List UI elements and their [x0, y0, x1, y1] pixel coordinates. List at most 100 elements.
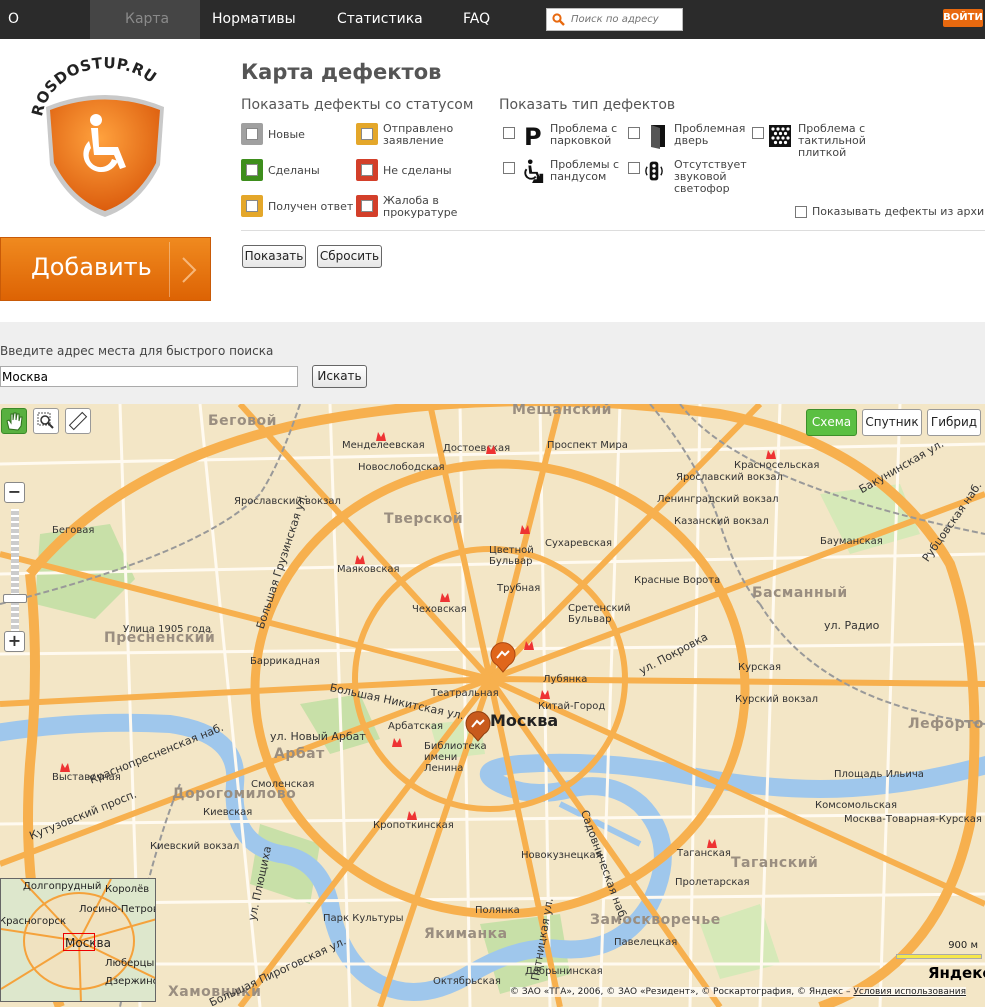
type-checkbox-tactile[interactable] [752, 127, 764, 139]
metro-icon [540, 690, 550, 699]
rosdostup-logo[interactable]: ROSDOSTUP.RU [30, 55, 180, 225]
status-checkbox[interactable] [241, 159, 263, 181]
status-label: Не сделаны [383, 164, 452, 177]
zoom-slider-track[interactable] [11, 509, 19, 634]
layer-scheme-button[interactable]: Схема [806, 409, 857, 436]
district-label: Мещанский [512, 404, 612, 418]
metro-station-label: Красные Ворота [634, 575, 721, 586]
status-checkbox[interactable] [241, 123, 263, 145]
metro-station-label: Новокузнецкая [521, 850, 602, 861]
metro-station-label: Маяковская [337, 564, 400, 575]
type-checkbox-traffic-light[interactable] [628, 162, 640, 174]
login-button[interactable]: ВОЙТИ [943, 9, 983, 27]
type-group-title: Показать тип дефектов [499, 97, 676, 113]
rail-station-label: Ярославский вокзал [234, 496, 341, 507]
defect-marker-ramp[interactable] [464, 710, 492, 742]
status-label: Новые [268, 128, 305, 141]
zoom-slider-handle[interactable] [3, 594, 27, 603]
status-checkbox[interactable] [356, 159, 378, 181]
show-button[interactable]: Показать [242, 245, 306, 268]
metro-icon [376, 432, 386, 441]
tactile-tile-icon [769, 125, 791, 147]
street-label: ул. Новый Арбат [270, 730, 366, 743]
layer-hybrid-button[interactable]: Гибрид [927, 409, 981, 436]
metro-station-label: Новослободская [358, 462, 445, 473]
rail-station-label: Ленинградский вокзал [657, 494, 779, 505]
search-icon [552, 13, 565, 26]
rail-station-label: Курский вокзал [735, 694, 818, 705]
metro-station-label: Улица 1905 года [123, 624, 212, 635]
add-defect-label: Добавить [31, 253, 152, 281]
yandex-logo[interactable]: Яндекс [928, 964, 985, 982]
type-checkbox-ramp[interactable] [503, 162, 515, 174]
metro-station-label: Библиотека имени Ленина [424, 741, 487, 774]
door-icon [651, 125, 665, 149]
nav-statistics[interactable]: Статистика [329, 0, 431, 39]
type-label-parking: Проблема с парковкой [550, 122, 618, 147]
map-scale: 900 м [896, 940, 982, 961]
nav-standards[interactable]: Нормативы [204, 0, 304, 39]
archive-checkbox[interactable] [795, 206, 807, 218]
metro-station-label: Сухаревская [545, 538, 613, 549]
metro-station-label: Таганская [677, 848, 731, 859]
status-checkbox[interactable] [356, 123, 378, 145]
minimap-label: Люберцы [105, 958, 155, 969]
defect-marker-ramp[interactable] [489, 641, 517, 673]
minimap-viewport-frame[interactable] [63, 933, 95, 951]
status-label: Получен ответ [268, 200, 354, 213]
quick-search-input[interactable] [0, 366, 298, 387]
copyright-text: © ЗАО «ТГА», 2006, © ЗАО «Резидент», © Р… [510, 987, 851, 997]
overview-minimap[interactable]: Долгопрудный Королёв Лосино-Петровский К… [0, 878, 156, 1002]
zoom-out-button[interactable]: − [4, 482, 25, 503]
type-checkbox-door[interactable] [628, 127, 640, 139]
nav-map[interactable]: Карта [90, 0, 200, 39]
add-defect-button[interactable]: Добавить [0, 237, 211, 301]
quick-search-panel: Введите адрес места для быстрого поиска … [0, 322, 985, 404]
metro-station-label: Красносельская [734, 460, 820, 471]
metro-icon [407, 811, 417, 820]
status-checkbox[interactable] [356, 195, 378, 217]
zoom-in-button[interactable]: + [4, 631, 25, 652]
status-label: Отправлено заявление [383, 122, 454, 147]
metro-station-label: Павелецкая [614, 937, 678, 948]
zoom-area-tool-button[interactable] [33, 408, 59, 434]
reset-button[interactable]: Сбросить [317, 245, 382, 268]
metro-station-label: Менделеевская [342, 440, 425, 451]
metro-station-label: Арбатская [388, 721, 443, 732]
map[interactable]: Беговой Тверской Пресненский Басманный А… [0, 404, 985, 1007]
metro-station-label: Кропоткинская [373, 820, 454, 831]
layer-satellite-button[interactable]: Спутник [862, 409, 922, 436]
filter-divider [241, 230, 985, 231]
metro-icon [392, 738, 402, 747]
status-checkbox[interactable] [241, 195, 263, 217]
metro-icon [766, 450, 776, 459]
status-label: Сделаны [268, 164, 320, 177]
type-label-door: Проблемная дверь [674, 122, 746, 147]
nav-faq[interactable]: FAQ [455, 0, 498, 39]
metro-station-label: Сретенский Бульвар [568, 603, 631, 625]
metro-icon [440, 593, 450, 602]
status-label: Жалоба в прокуратуре [383, 194, 458, 219]
district-label: Якиманка [424, 926, 508, 942]
metro-station-label: Достоевская [443, 443, 511, 454]
map-copyright: © ЗАО «ТГА», 2006, © ЗАО «Резидент», © Р… [510, 987, 966, 997]
address-search[interactable] [546, 8, 683, 31]
type-label-traffic-light: Отсутствует звуковой светофор [674, 158, 747, 195]
rail-station-label: Киевский вокзал [150, 841, 240, 852]
metro-icon [707, 839, 717, 848]
metro-station-label: Цветной Бульвар [489, 545, 534, 567]
address-search-input[interactable] [571, 12, 679, 27]
nav-about[interactable]: О проекте [0, 0, 90, 66]
pan-tool-button[interactable] [1, 408, 27, 434]
district-label: Тверской [384, 511, 464, 527]
metro-icon [486, 445, 496, 454]
quick-search-button[interactable]: Искать [312, 365, 367, 388]
type-checkbox-parking[interactable] [503, 127, 515, 139]
type-label-ramp: Проблемы с пандусом [550, 158, 620, 183]
metro-station-label: Площадь Ильича [834, 769, 924, 780]
status-group-title: Показать дефекты со статусом [241, 97, 474, 113]
terms-link[interactable]: Условия использования [853, 987, 966, 997]
traffic-light-icon [645, 161, 663, 181]
ruler-tool-button[interactable] [65, 408, 91, 434]
metro-station-label: Полянка [475, 905, 520, 916]
